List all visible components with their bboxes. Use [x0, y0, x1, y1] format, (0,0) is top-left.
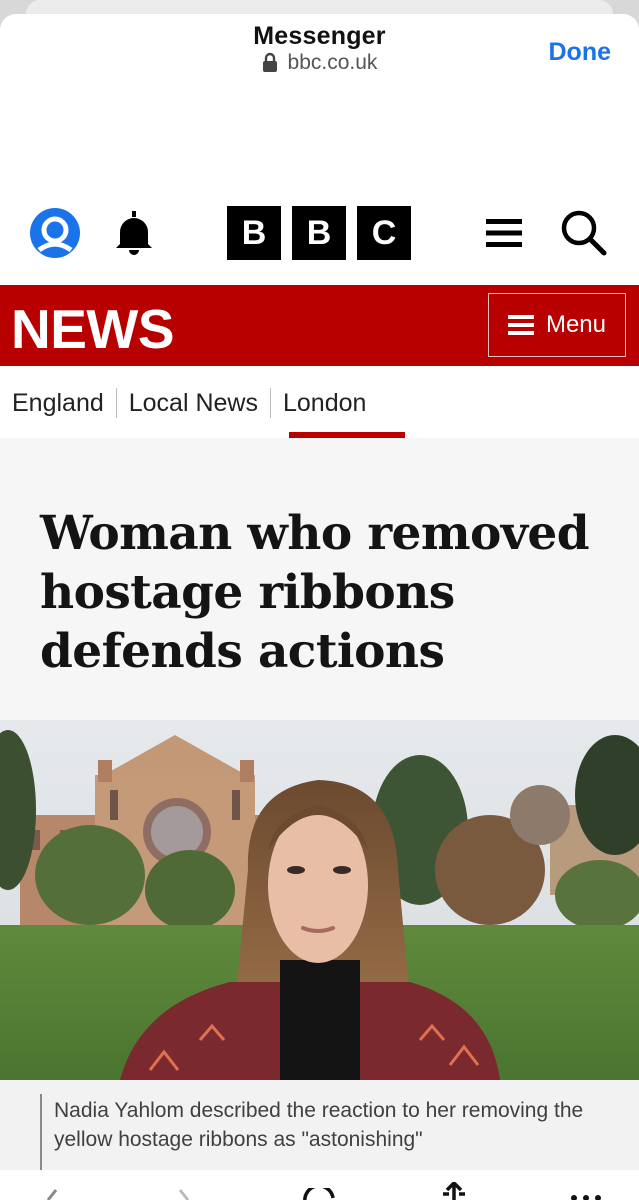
nav-item-england[interactable]: England	[12, 389, 104, 418]
bbc-logo-letter: C	[357, 206, 411, 260]
headline-area: Woman who removed hostage ribbons defend…	[0, 438, 639, 720]
bell-icon[interactable]	[112, 210, 156, 256]
menu-label: Menu	[545, 311, 607, 338]
share-icon[interactable]	[440, 1182, 468, 1200]
in-app-browser: Messenger bbc.co.uk Done B B C NEWS Menu…	[0, 14, 639, 1200]
forward-icon[interactable]	[172, 1188, 196, 1200]
caption-rule	[40, 1094, 42, 1170]
nav-item-local-news[interactable]: Local News	[129, 389, 258, 418]
photo-caption: Nadia Yahlom described the reaction to h…	[54, 1099, 584, 1151]
menu-icon	[507, 315, 534, 335]
news-bar: NEWS Menu	[0, 285, 639, 366]
article-headline: Woman who removed hostage ribbons defend…	[40, 506, 590, 679]
bbc-logo-letter: B	[227, 206, 281, 260]
photo-caption-area: Nadia Yahlom described the reaction to h…	[0, 1080, 639, 1170]
more-icon[interactable]	[568, 1192, 604, 1200]
done-button[interactable]: Done	[549, 38, 612, 67]
nav-separator	[269, 388, 271, 418]
hamburger-icon[interactable]	[486, 216, 522, 250]
browser-toolbar	[0, 1170, 639, 1200]
article-photo[interactable]	[0, 720, 639, 1080]
search-icon[interactable]	[559, 208, 607, 256]
browser-url[interactable]: bbc.co.uk	[0, 51, 639, 75]
bbc-logo[interactable]: B B C	[227, 206, 411, 260]
lock-icon	[262, 52, 277, 72]
menu-button[interactable]: Menu	[488, 293, 626, 357]
reload-icon[interactable]	[302, 1188, 336, 1200]
url-text: bbc.co.uk	[287, 51, 378, 74]
back-icon[interactable]	[40, 1188, 64, 1200]
breadcrumb: England Local News London	[0, 366, 639, 438]
account-icon[interactable]	[30, 208, 80, 258]
nav-item-london[interactable]: London	[283, 389, 366, 418]
browser-title: Messenger	[253, 22, 386, 50]
bbc-logo-letter: B	[292, 206, 346, 260]
nav-separator	[115, 388, 117, 418]
bbc-header: B B C	[0, 199, 639, 285]
browser-bar: Messenger bbc.co.uk Done	[0, 14, 639, 86]
news-logo[interactable]: NEWS	[11, 297, 175, 361]
